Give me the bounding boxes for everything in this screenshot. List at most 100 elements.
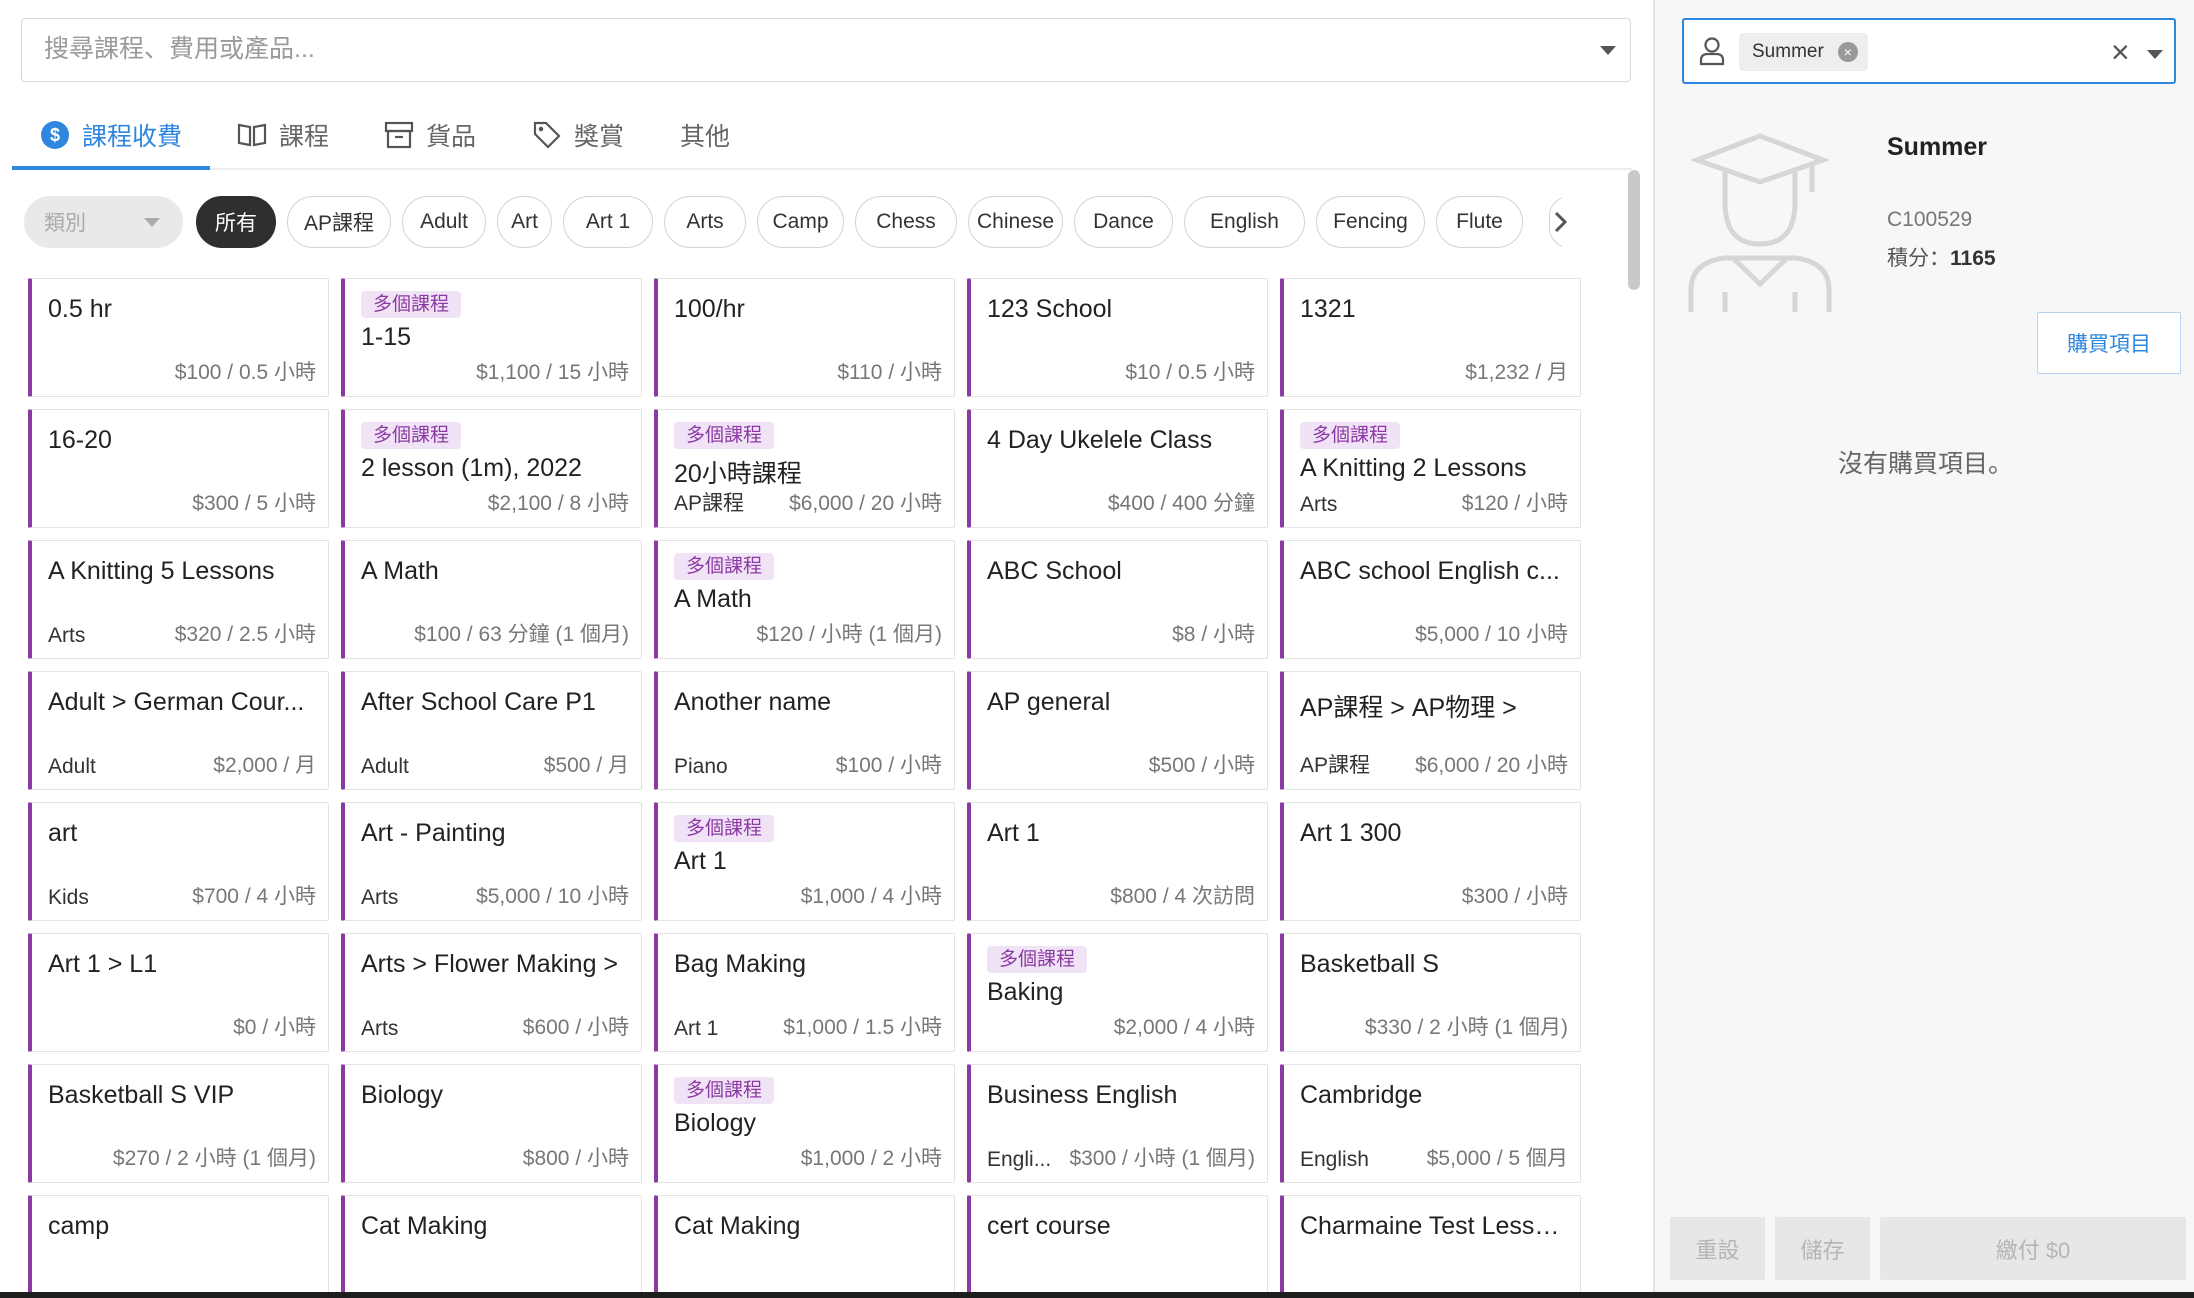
product-search[interactable] [21, 18, 1631, 82]
pay-button[interactable]: 繳付 $0 [1880, 1217, 2186, 1280]
course-card[interactable]: Art 1 > L1 $0 / 小時 [28, 933, 329, 1052]
filter-chip[interactable]: Arts [664, 196, 746, 248]
filter-chip[interactable]: Fencing [1316, 196, 1425, 248]
tab-label: 課程 [279, 123, 330, 151]
tab-rewards[interactable]: 獎賞 [532, 100, 624, 170]
course-name: Business English [987, 1081, 1178, 1109]
course-category: AP課程 [1300, 754, 1371, 777]
buy-items-button[interactable]: 購買項目 [2037, 312, 2181, 374]
filter-chip[interactable]: Flute [1436, 196, 1523, 248]
course-card[interactable]: After School Care P1 Adult $500 / 月 [341, 671, 642, 790]
filter-chip[interactable]: Chess [855, 196, 957, 248]
chevron-down-icon[interactable] [1600, 46, 1616, 55]
course-name: ABC school English c... [1300, 557, 1560, 585]
course-price: $110 / 小時 [837, 361, 942, 384]
customer-select[interactable]: Summer × × [1682, 18, 2176, 84]
search-input[interactable] [44, 19, 1544, 80]
course-card[interactable]: 16-20 $300 / 5 小時 [28, 409, 329, 528]
course-name: Art - Painting [361, 819, 506, 847]
course-name: 123 School [987, 295, 1113, 323]
empty-cart-message: 沒有購買項目。 [1837, 450, 2013, 478]
course-card[interactable]: AP general $500 / 小時 [967, 671, 1268, 790]
course-card[interactable]: Art 1 $800 / 4 次訪問 [967, 802, 1268, 921]
save-button[interactable]: 儲存 [1775, 1217, 1870, 1280]
tab-courses[interactable]: 課程 [237, 100, 329, 170]
course-card[interactable]: 4 Day Ukelele Class $400 / 400 分鐘 [967, 409, 1268, 528]
course-card[interactable]: 多個課程 Biology $1,000 / 2 小時 [654, 1064, 955, 1183]
course-card[interactable]: 1321 $1,232 / 月 [1280, 278, 1581, 397]
filter-chip[interactable]: Art [497, 196, 552, 248]
course-card[interactable]: art Kids $700 / 4 小時 [28, 802, 329, 921]
course-name: A Math [674, 585, 752, 613]
course-card[interactable]: A Math $100 / 63 分鐘 (1 個月) [341, 540, 642, 659]
course-card[interactable]: A Knitting 5 Lessons Arts $320 / 2.5 小時 [28, 540, 329, 659]
course-price: $1,000 / 1.5 小時 [783, 1016, 942, 1039]
filter-chip[interactable]: Adult [402, 196, 486, 248]
course-card[interactable]: 100/hr $110 / 小時 [654, 278, 955, 397]
pos-app: $ 課程收費 課程 貨品 獎賞 其他 類別 [0, 0, 2194, 1298]
course-card[interactable]: 123 School $10 / 0.5 小時 [967, 278, 1268, 397]
course-card[interactable]: Art - Painting Arts $5,000 / 10 小時 [341, 802, 642, 921]
filter-chip[interactable]: Camp [757, 196, 844, 248]
course-card[interactable]: Bag Making Art 1 $1,000 / 1.5 小時 [654, 933, 955, 1052]
course-name: Art 1 300 [1300, 819, 1402, 847]
course-card[interactable]: camp [28, 1195, 329, 1298]
course-category: Arts [361, 1017, 399, 1040]
course-price: $120 / 小時 [1461, 492, 1568, 515]
user-icon [1699, 37, 1725, 66]
course-card[interactable]: 多個課程 Art 1 $1,000 / 4 小時 [654, 802, 955, 921]
course-card[interactable]: 多個課程 A Math $120 / 小時 (1 個月) [654, 540, 955, 659]
course-price: $8 / 小時 [1172, 623, 1255, 646]
course-name: 2 lesson (1m), 2022 [361, 454, 582, 482]
chevron-down-icon[interactable] [2147, 50, 2163, 59]
tab-goods[interactable]: 貨品 [384, 100, 476, 170]
course-price: $6,000 / 20 小時 [789, 492, 942, 515]
clear-icon[interactable]: × [2111, 36, 2130, 68]
course-card[interactable]: Biology $800 / 小時 [341, 1064, 642, 1183]
filter-chip[interactable]: 所有 [196, 196, 276, 248]
course-card[interactable]: Cat Making [654, 1195, 955, 1298]
course-card[interactable]: 0.5 hr $100 / 0.5 小時 [28, 278, 329, 397]
course-name: Art 1 [674, 847, 727, 875]
course-price: $800 / 4 次訪問 [1110, 885, 1255, 908]
course-card[interactable]: 多個課程 2 lesson (1m), 2022 $2,100 / 8 小時 [341, 409, 642, 528]
course-card[interactable]: Charmaine Test Lesso... [1280, 1195, 1581, 1298]
course-card[interactable]: 多個課程 1-15 $1,100 / 15 小時 [341, 278, 642, 397]
reset-button[interactable]: 重設 [1670, 1217, 1765, 1280]
course-card[interactable]: Art 1 300 $300 / 小時 [1280, 802, 1581, 921]
chevron-right-icon[interactable] [1552, 210, 1570, 234]
course-card[interactable]: Cambridge English $5,000 / 5 個月 [1280, 1064, 1581, 1183]
course-name: Cambridge [1300, 1081, 1423, 1109]
course-name: camp [48, 1212, 110, 1240]
grid-scrollbar[interactable] [1628, 170, 1640, 290]
course-card[interactable]: Arts > Flower Making > Arts $600 / 小時 [341, 933, 642, 1052]
filter-chip[interactable]: Chinese [968, 196, 1063, 248]
course-card[interactable]: Another name Piano $100 / 小時 [654, 671, 955, 790]
filter-chip[interactable]: Dance [1074, 196, 1173, 248]
course-card[interactable]: ABC School $8 / 小時 [967, 540, 1268, 659]
course-card[interactable]: cert course [967, 1195, 1268, 1298]
filter-chip[interactable]: English [1184, 196, 1305, 248]
course-name: A Knitting 5 Lessons [48, 557, 275, 585]
course-card[interactable]: Cat Making [341, 1195, 642, 1298]
course-name: A Math [361, 557, 439, 585]
course-card[interactable]: AP課程 > AP物理 > AP課程 $6,000 / 20 小時 [1280, 671, 1581, 790]
course-card[interactable]: Basketball S $330 / 2 小時 (1 個月) [1280, 933, 1581, 1052]
course-card[interactable]: Basketball S VIP $270 / 2 小時 (1 個月) [28, 1064, 329, 1183]
catalog-tabs: $ 課程收費 課程 貨品 獎賞 其他 [12, 100, 1632, 170]
course-price: $5,000 / 10 小時 [1415, 623, 1568, 646]
tab-other[interactable]: 其他 [680, 100, 730, 170]
filter-chip[interactable]: Art 1 [563, 196, 653, 248]
category-select[interactable]: 類別 [24, 196, 183, 248]
course-card[interactable]: 多個課程 Baking $2,000 / 4 小時 [967, 933, 1268, 1052]
course-card[interactable]: Business English Engli... $300 / 小時 (1 個月) [967, 1064, 1268, 1183]
course-card[interactable]: ABC school English c... $5,000 / 10 小時 [1280, 540, 1581, 659]
filter-chip[interactable]: AP課程 [287, 196, 391, 248]
tab-course-fees[interactable]: $ 課程收費 [40, 100, 182, 170]
course-card[interactable]: 多個課程 20小時課程 AP課程 $6,000 / 20 小時 [654, 409, 955, 528]
remove-tag-icon[interactable]: × [1837, 42, 1858, 62]
course-card[interactable]: Adult > German Cour... Adult $2,000 / 月 [28, 671, 329, 790]
course-card[interactable]: 多個課程 A Knitting 2 Lessons Arts $120 / 小時 [1280, 409, 1581, 528]
customer-panel: Summer × × Summer C100529 積分：1165 購買項目 沒… [1653, 0, 2194, 1298]
multi-course-badge: 多個課程 [1300, 422, 1401, 449]
